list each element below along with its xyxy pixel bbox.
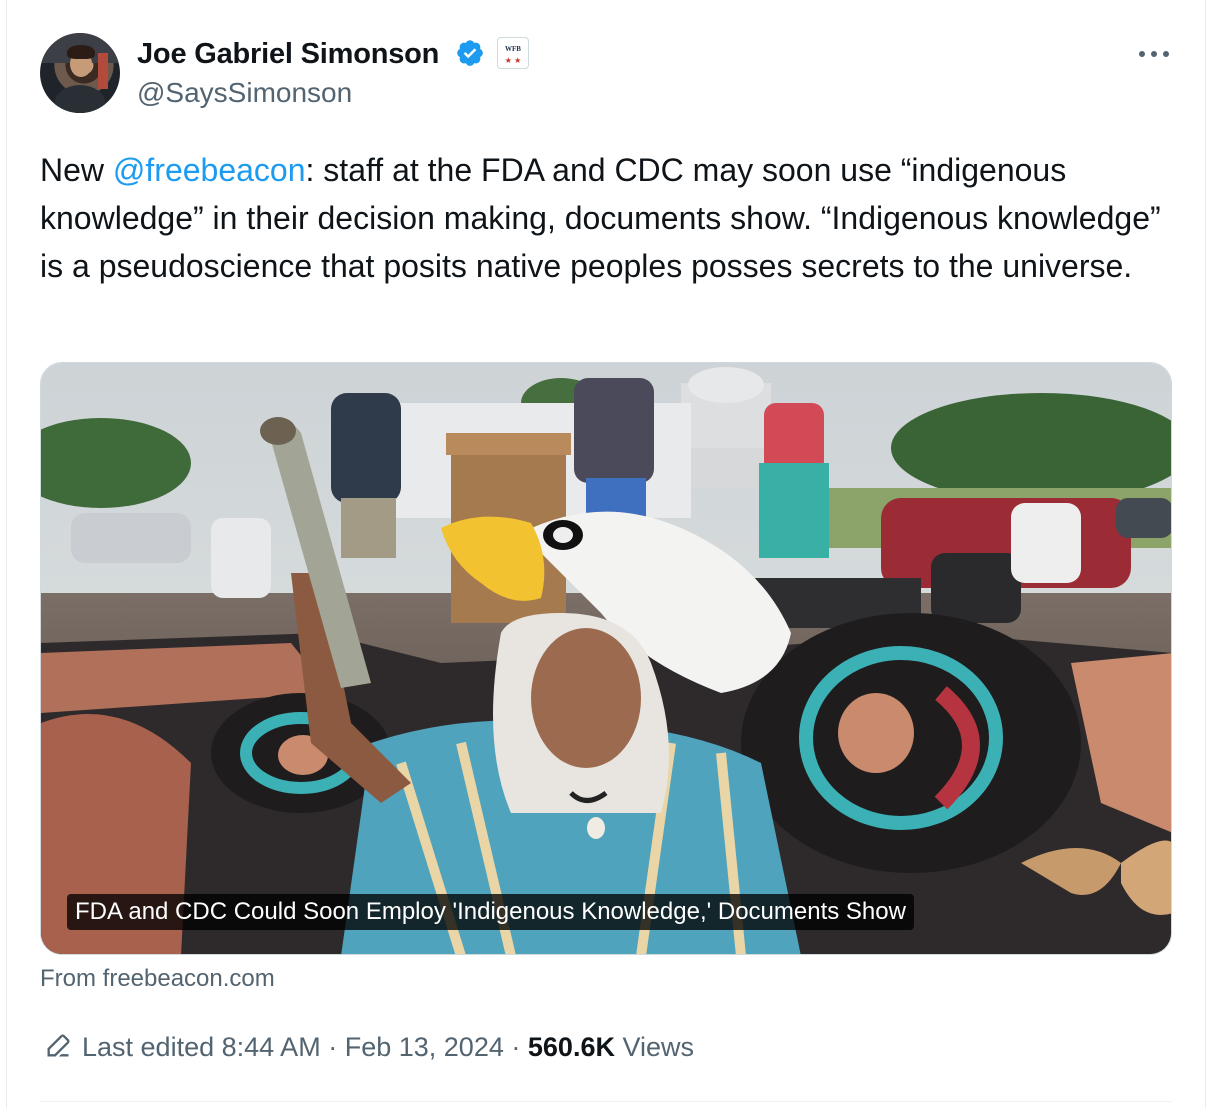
views-count: 560.6K <box>527 1032 615 1062</box>
edited-label[interactable]: Last edited <box>82 1032 214 1062</box>
avatar[interactable] <box>40 33 120 113</box>
card-source[interactable]: From freebeacon.com <box>40 965 275 993</box>
verified-badge-icon <box>457 40 483 66</box>
pencil-icon[interactable] <box>44 1032 72 1060</box>
tweet-time[interactable]: 8:44 AM <box>222 1032 321 1062</box>
tweet-text-part: New <box>40 152 113 188</box>
tweet-date[interactable]: Feb 13, 2024 <box>345 1032 504 1062</box>
meta-separator: · <box>328 1032 338 1062</box>
mention-link[interactable]: @freebeacon <box>113 152 306 188</box>
article-photo <box>41 363 1171 954</box>
divider <box>40 1101 1172 1102</box>
affiliation-badge[interactable]: WFB ★ ★ <box>497 37 529 69</box>
meta-separator: · <box>511 1032 521 1062</box>
more-icon[interactable] <box>1136 40 1172 68</box>
tweet-text: New @freebeacon: staff at the FDA and CD… <box>40 146 1170 290</box>
views-label: Views <box>622 1032 695 1062</box>
author-display-name[interactable]: Joe Gabriel Simonson <box>137 38 439 71</box>
tweet-meta: Last edited 8:44 AM · Feb 13, 2024 · 560… <box>44 1032 694 1063</box>
link-card[interactable]: FDA and CDC Could Soon Employ 'Indigenou… <box>40 362 1172 955</box>
author-handle[interactable]: @SaysSimonson <box>137 77 352 109</box>
card-caption: FDA and CDC Could Soon Employ 'Indigenou… <box>67 894 914 930</box>
